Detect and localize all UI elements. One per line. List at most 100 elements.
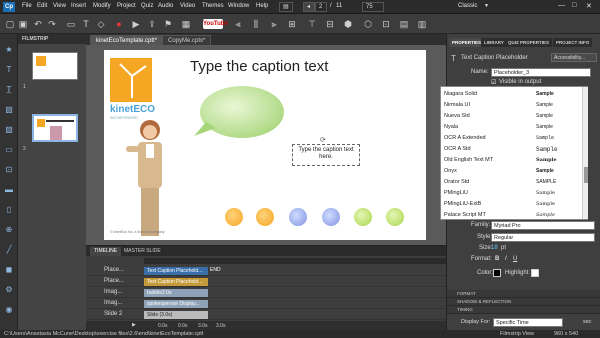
minimize-icon[interactable]: —: [558, 2, 565, 9]
menu-quiz[interactable]: Quiz: [141, 3, 153, 9]
font-option[interactable]: PMingLiU Sample: [444, 188, 585, 199]
menu-project[interactable]: Project: [117, 3, 136, 9]
star-icon[interactable]: ★: [3, 44, 15, 56]
workspace-selector[interactable]: Classic: [458, 3, 477, 9]
button-icon[interactable]: ▬: [3, 184, 15, 196]
play-icon[interactable]: ▶: [132, 322, 136, 328]
tab-project-info[interactable]: PROJECT INFO: [553, 38, 593, 47]
youtube-publish-button[interactable]: YouTube: [203, 19, 228, 29]
timeline-row[interactable]: Slide 2 Slide (3.0s): [86, 310, 446, 320]
layer-bar[interactable]: Text Caption Placehold...: [144, 278, 208, 286]
page-current[interactable]: 2: [315, 2, 327, 12]
zoom-field[interactable]: 75: [362, 2, 384, 12]
color-swatch[interactable]: [493, 269, 501, 277]
font-family-dropdown[interactable]: Niagara Solid Sample Nirmala UI Sample Nue…: [440, 86, 588, 220]
name-input[interactable]: Placeholder_3: [491, 68, 591, 77]
publish-icon[interactable]: ⇪: [146, 18, 158, 30]
italic-icon[interactable]: I: [505, 256, 507, 262]
slide-title[interactable]: Type the caption text: [190, 58, 328, 75]
line-icon[interactable]: ╱: [3, 244, 15, 256]
font-option[interactable]: Orator Std SAMPLE: [444, 177, 585, 188]
text-caption-icon[interactable]: T: [3, 64, 15, 76]
record-icon[interactable]: ●: [113, 18, 125, 30]
rotate-handle-icon[interactable]: ⟳: [320, 136, 326, 144]
layer-bar[interactable]: Text Caption Placehold...: [144, 267, 208, 275]
chevron-down-icon[interactable]: ▼: [484, 3, 489, 9]
rollover-image-icon[interactable]: ▧: [3, 124, 15, 136]
distribute-icon[interactable]: ⊞: [286, 18, 298, 30]
menu-video[interactable]: Video: [180, 3, 195, 9]
zoom-area-icon[interactable]: ⊕: [3, 224, 15, 236]
cube-alt-icon[interactable]: ⬡: [362, 18, 374, 30]
underline-icon[interactable]: U: [513, 256, 517, 262]
highlight-swatch[interactable]: [531, 269, 539, 277]
layer-bar[interactable]: bubble2.0s: [144, 289, 208, 297]
font-option[interactable]: OCR A Std Sample: [444, 144, 585, 155]
style-select[interactable]: Regular: [491, 233, 595, 242]
bold-icon[interactable]: B: [495, 256, 499, 262]
menu-file[interactable]: File: [22, 3, 32, 9]
slide-thumbnail[interactable]: [32, 52, 78, 80]
align-right-icon[interactable]: ⫸: [268, 18, 280, 30]
prev-slide-icon[interactable]: ◂: [303, 2, 315, 12]
menu-window[interactable]: Window: [228, 3, 249, 9]
caption-placeholder[interactable]: Type the caption text here.: [292, 144, 360, 166]
save-icon[interactable]: ▣: [17, 18, 29, 30]
timeline-row[interactable]: Place... Text Caption Placehold...: [86, 277, 446, 287]
timeline-row[interactable]: Imag... spokesperson Display...: [86, 299, 446, 309]
tab-quiz-properties[interactable]: QUIZ PROPERTIES: [505, 38, 553, 47]
menu-insert[interactable]: Insert: [71, 3, 86, 9]
font-option[interactable]: Nyala Sample: [444, 122, 585, 133]
align-middle-icon[interactable]: ⊟: [324, 18, 336, 30]
tab-master-slide[interactable]: MASTER SLIDE: [120, 247, 165, 256]
redo-icon[interactable]: ↷: [46, 18, 58, 30]
font-option[interactable]: Nirmala UI Sample: [444, 100, 585, 111]
text-entry-icon[interactable]: ▯: [3, 204, 15, 216]
close-icon[interactable]: ✕: [586, 2, 592, 10]
preview-icon[interactable]: ▶: [130, 18, 142, 30]
same-width-icon[interactable]: ▥: [416, 18, 428, 30]
tab-copyme[interactable]: CopyMe.cptx*: [162, 35, 212, 45]
timeline-row[interactable]: Imag... bubble2.0s: [86, 288, 446, 298]
section-format[interactable]: FORMAT: [447, 290, 600, 298]
size-value[interactable]: 18: [491, 245, 498, 251]
align-top-icon[interactable]: ⊤: [306, 18, 318, 30]
undo-icon[interactable]: ↶: [32, 18, 44, 30]
new-icon[interactable]: ▢: [4, 18, 16, 30]
visible-checkbox[interactable]: ☑: [491, 79, 496, 86]
rollover-caption-icon[interactable]: T̲: [3, 84, 15, 96]
cube-icon[interactable]: ⬢: [342, 18, 354, 30]
click-box-icon[interactable]: ⊡: [3, 164, 15, 176]
tab-kinetecotemplate[interactable]: kinetEcoTemplate.cptt*: [90, 35, 164, 45]
font-option[interactable]: PMingLiU-ExtB Sample: [444, 199, 585, 210]
tab-properties[interactable]: PROPERTIES: [449, 38, 485, 47]
widget-icon[interactable]: ⚙: [3, 284, 15, 296]
align-left-icon[interactable]: ⫷: [232, 18, 244, 30]
dropdown-scrollbar[interactable]: [582, 87, 588, 219]
font-option[interactable]: Palace Script MT Sample: [444, 210, 585, 221]
tab-timeline[interactable]: TIMELINE: [90, 247, 122, 256]
workspace-icon[interactable]: ▤: [279, 2, 293, 12]
shape-icon[interactable]: ◼: [3, 264, 15, 276]
menu-themes[interactable]: Themes: [202, 3, 224, 9]
timeline-row[interactable]: Place... Text Caption Placehold... END: [86, 266, 446, 276]
share-icon[interactable]: ⚑: [162, 18, 174, 30]
section-timing[interactable]: TIMING: [447, 306, 600, 314]
align-center-icon[interactable]: ⫼: [250, 18, 262, 30]
display-for-select[interactable]: Specific Time: [493, 318, 563, 327]
font-option[interactable]: Nueva Std Sample: [444, 111, 585, 122]
insert-slide-icon[interactable]: ▭: [65, 18, 77, 30]
same-size-icon[interactable]: ▤: [398, 18, 410, 30]
layout-icon[interactable]: ▦: [180, 18, 192, 30]
slide-thumbnail-selected[interactable]: [32, 114, 78, 142]
scrollbar-thumb[interactable]: [584, 167, 588, 183]
layer-bar[interactable]: spokesperson Display...: [144, 300, 208, 308]
menu-help[interactable]: Help: [256, 3, 268, 9]
font-option[interactable]: Old English Text MT Sample: [444, 155, 585, 166]
section-shadow-reflection[interactable]: SHADOW & REFLECTION: [447, 298, 600, 306]
time-ruler[interactable]: [144, 258, 446, 264]
spokesperson-image[interactable]: [120, 116, 180, 238]
layer-bar[interactable]: Slide (3.0s): [144, 311, 208, 319]
insert-text-icon[interactable]: T: [80, 18, 92, 30]
highlight-box-icon[interactable]: ▭: [3, 144, 15, 156]
